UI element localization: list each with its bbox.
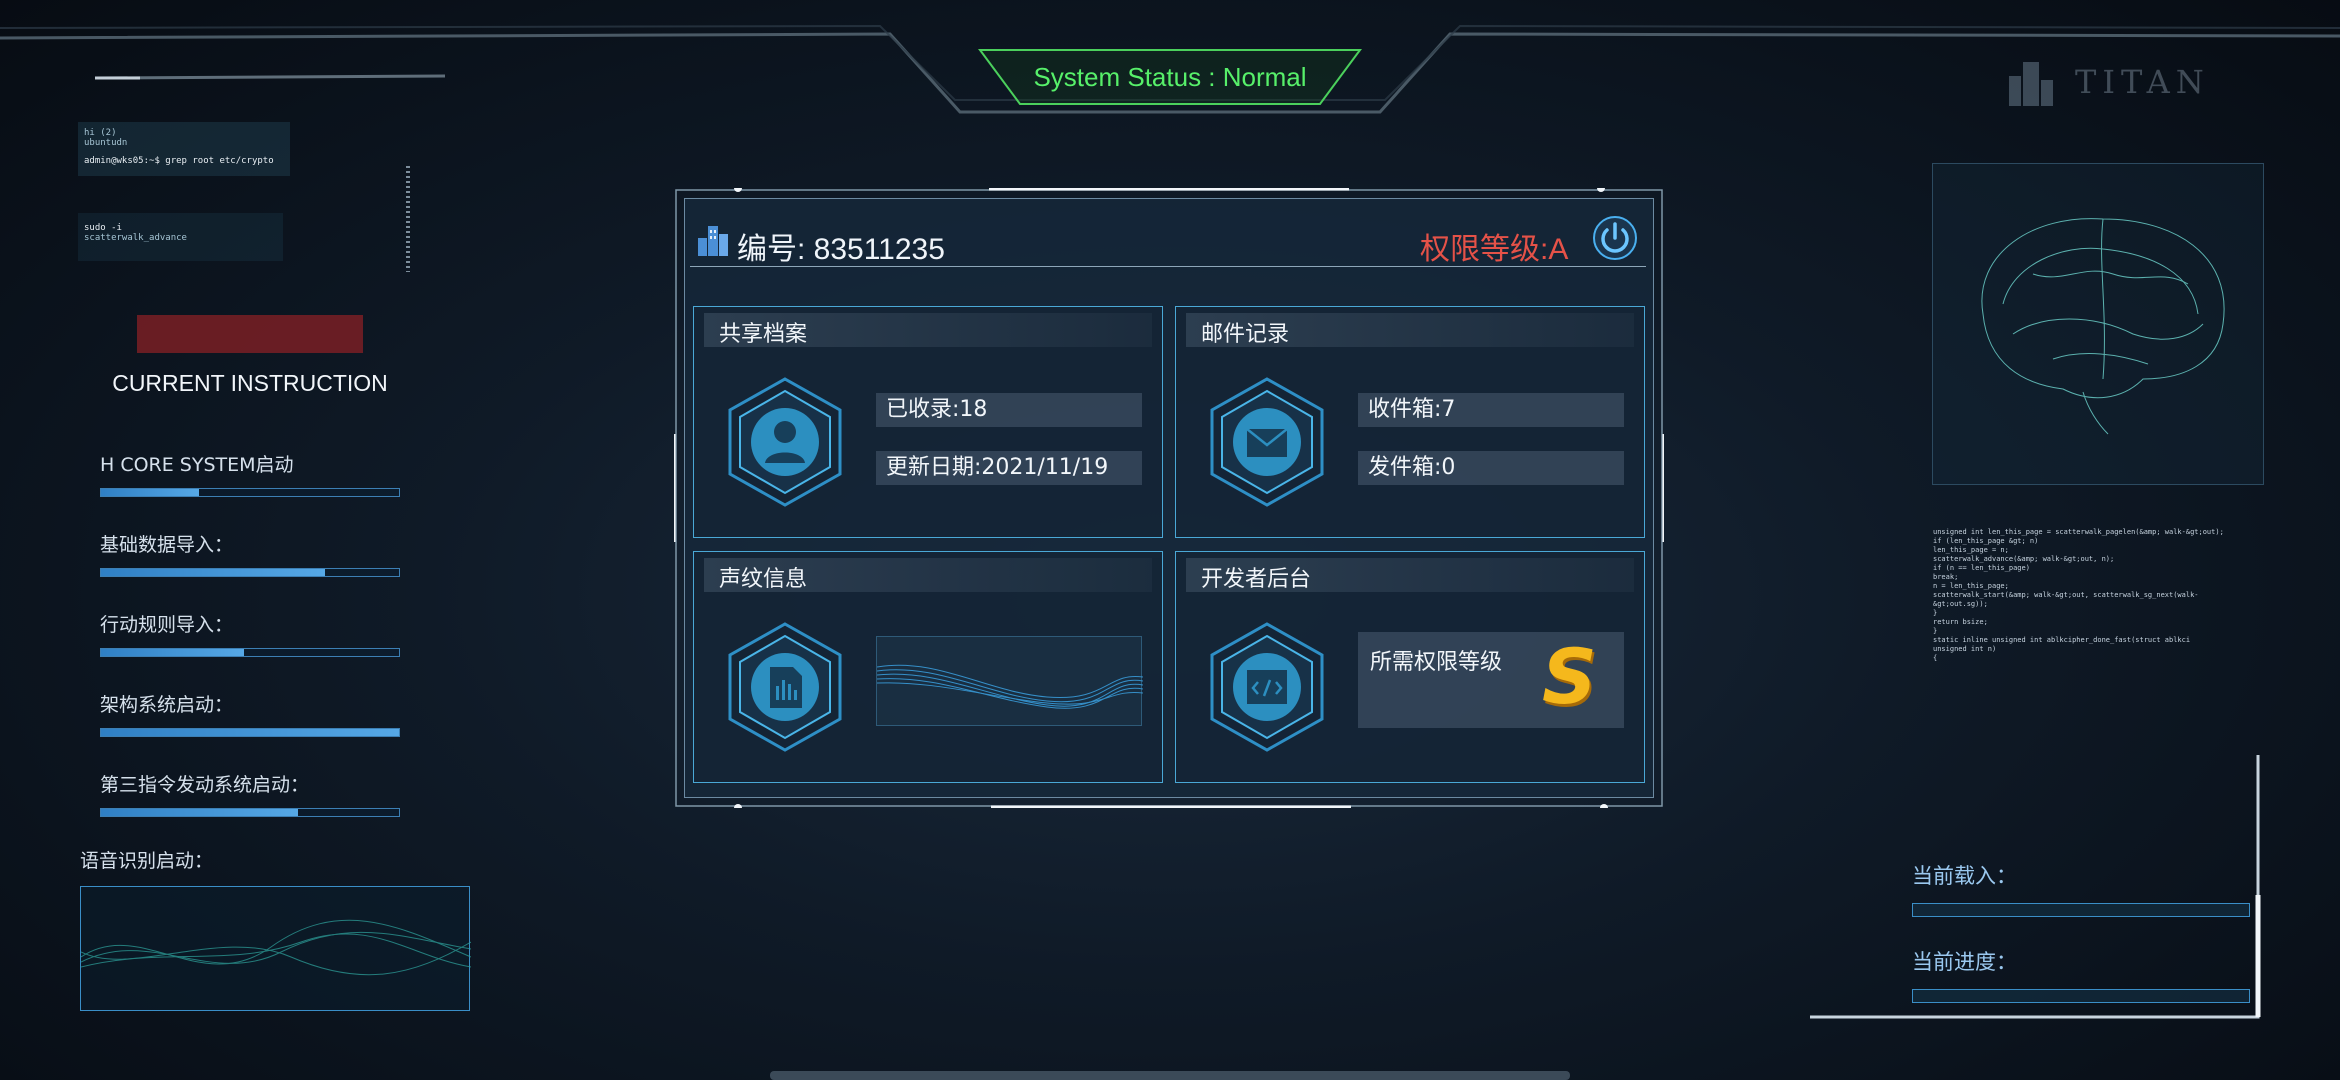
scroll-indicator xyxy=(406,166,410,272)
code-line: if (n == len_this_page) xyxy=(1933,564,2030,572)
task-progress-fill xyxy=(101,729,399,736)
building-icon xyxy=(698,226,728,256)
code-line: } xyxy=(1933,609,1938,617)
code-line: } xyxy=(1933,627,1938,635)
code-line: len_this_page = n; xyxy=(1933,546,2009,554)
task-progress-bar xyxy=(100,568,400,577)
titan-logo: TITAN xyxy=(2005,58,2210,106)
task-progress-fill xyxy=(101,569,325,576)
card-title: 开发者后台 xyxy=(1201,567,1312,592)
task-progress-bar xyxy=(100,648,400,657)
current-instruction-title: CURRENT INSTRUCTION xyxy=(112,370,388,396)
audio-file-icon xyxy=(728,622,842,752)
task-progress-bar xyxy=(100,488,400,497)
voice-waveform-box xyxy=(80,886,472,1011)
code-line: unsigned int len_this_page = scatterwalk… xyxy=(1933,528,2224,536)
task-progress-fill xyxy=(101,489,200,496)
files-updated-date: 更新日期:2021/11/19 xyxy=(876,451,1142,485)
titan-building-icon xyxy=(2009,62,2053,106)
card-title: 邮件记录 xyxy=(1201,322,1290,347)
system-status: System Status : Normal xyxy=(1033,61,1307,92)
terminal-line: ubuntudn xyxy=(84,138,128,148)
task-label: 基础数据导入： xyxy=(100,534,234,556)
permission-level: 权限等级:A xyxy=(1420,233,1569,266)
code-line: n = len_this_page; xyxy=(1933,582,2009,590)
voiceprint-waveform xyxy=(876,636,1144,726)
power-button[interactable] xyxy=(1592,215,1638,261)
shared-files-card[interactable]: 共享档案 已收录:18 更新日期:2021/11/19 xyxy=(693,306,1163,538)
user-profile-icon xyxy=(728,377,842,507)
task-progress-fill xyxy=(101,809,298,816)
terminal-line: scatterwalk_advance xyxy=(84,233,187,243)
required-permission-box: 所需权限等级 S xyxy=(1358,632,1624,728)
code-line: return bsize; xyxy=(1933,618,1988,626)
card-title: 共享档案 xyxy=(719,322,808,347)
task-label: 行动规则导入： xyxy=(100,614,234,636)
titan-logo-text: TITAN xyxy=(2075,63,2210,101)
task-label: 架构系统启动： xyxy=(100,694,234,716)
home-indicator[interactable] xyxy=(770,1071,1570,1080)
required-permission-label: 所需权限等级 xyxy=(1370,650,1503,675)
terminal-line: admin@wks05:~$ grep root etc/crypto xyxy=(84,156,274,166)
instruction-alert-bar xyxy=(137,315,363,353)
card-title-bar: 开发者后台 xyxy=(1186,558,1634,592)
voiceprint-card[interactable]: 声纹信息 xyxy=(693,551,1163,783)
mail-outbox: 发件箱:0 xyxy=(1358,451,1624,485)
code-line: { xyxy=(1933,654,1938,662)
developer-backend-card[interactable]: 开发者后台 所需权限等级 S xyxy=(1175,551,1645,783)
task-label: 第三指令发动系统启动： xyxy=(100,774,310,796)
card-title-bar: 邮件记录 xyxy=(1186,313,1634,347)
terminal-snippet-2: sudo -i scatterwalk_advance xyxy=(78,213,283,261)
code-line: scatterwalk_start(&amp; walk-&gt;out, sc… xyxy=(1933,591,2199,608)
files-collected: 已收录:18 xyxy=(876,393,1142,427)
code-line: static inline unsigned int ablkcipher_do… xyxy=(1933,636,2191,644)
task-progress-bar xyxy=(100,728,400,737)
code-snippet: unsigned int len_this_page = scatterwalk… xyxy=(1933,528,2233,663)
mail-records-card[interactable]: 邮件记录 收件箱:7 发件箱:0 xyxy=(1175,306,1645,538)
card-title: 声纹信息 xyxy=(719,567,808,592)
header-divider xyxy=(690,266,1646,267)
code-line: scatterwalk_advance(&amp; walk-&gt;out, … xyxy=(1933,555,2115,563)
terminal-line: hi (2) xyxy=(84,128,117,138)
terminal-snippet-1: hi (2) ubuntudn admin@wks05:~$ grep root… xyxy=(78,122,290,176)
card-title-bar: 声纹信息 xyxy=(704,558,1152,592)
user-id: 编号: 83511235 xyxy=(737,233,945,266)
code-line: unsigned int n) xyxy=(1933,645,1997,653)
task-progress-fill xyxy=(101,649,245,656)
required-permission-level: S xyxy=(1542,632,1597,721)
brain-icon xyxy=(1981,218,2225,435)
task-label: H CORE SYSTEM启动 xyxy=(100,454,294,476)
voice-recognition-label: 语音识别启动： xyxy=(80,850,214,872)
voice-waveform xyxy=(80,919,472,976)
card-title-bar: 共享档案 xyxy=(704,313,1152,347)
code-line: if (len_this_page &gt; n) xyxy=(1933,537,2039,545)
code-window-icon xyxy=(1210,622,1324,752)
mail-inbox: 收件箱:7 xyxy=(1358,393,1624,427)
bottom-right-bracket xyxy=(1810,755,2261,1019)
voiceprint-wave xyxy=(876,664,1144,709)
terminal-line: sudo -i xyxy=(84,223,122,233)
brain-hologram-frame xyxy=(1932,163,2264,485)
code-line: break; xyxy=(1933,573,1959,581)
task-progress-bar xyxy=(100,808,400,817)
mail-icon xyxy=(1210,377,1324,507)
